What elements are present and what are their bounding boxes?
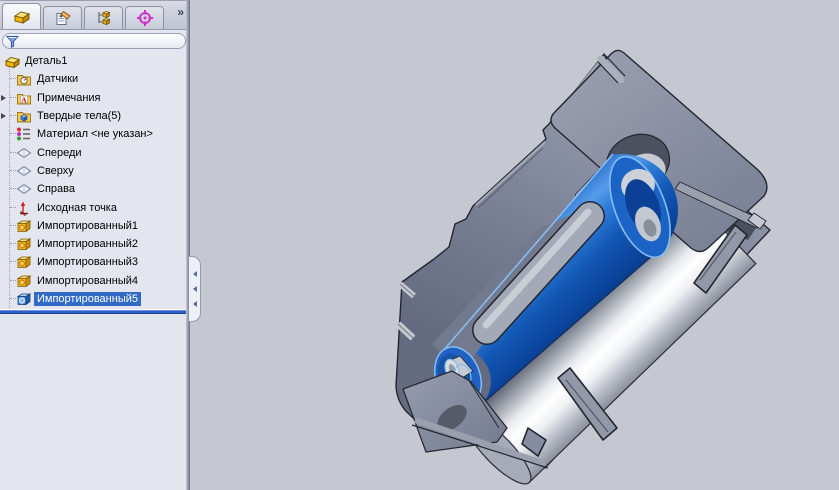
plane-icon [16,181,32,197]
plane-icon [16,163,32,179]
filter-funnel-icon [6,35,19,48]
expand-arrow-icon[interactable] [1,94,6,101]
imported-body-selected-icon [16,291,32,307]
tree-item-3[interactable]: Твердые тела(5) [0,107,190,125]
feature-tree: Деталь1 Датчики A Примечания Твердые тела(5)… [0,52,190,309]
manager-tab-bar: » [0,0,190,30]
origin-icon [16,200,32,216]
tab-configurationmanager[interactable] [84,6,123,29]
tree-item-label: Материал <не указан> [37,128,153,141]
dimxpert-target-icon [136,10,153,26]
collapse-arrow-icon [192,301,197,307]
collapse-arrow-icon [192,271,197,277]
tree-item-6[interactable]: Сверху [0,162,190,180]
tab-dimxpertmanager[interactable] [125,6,164,29]
filter-bar [0,30,190,52]
tree-item-12[interactable]: Импортированный4 [0,272,190,290]
tab-featuremanager[interactable] [2,3,41,29]
expand-arrow-icon[interactable] [1,112,6,119]
tree-item-label: Импортированный2 [37,238,138,251]
material-icon [16,126,32,142]
part-icon [4,53,20,69]
tree-item-5[interactable]: Спереди [0,143,190,161]
svg-text:A: A [21,95,27,104]
tree-item-11[interactable]: Импортированный3 [0,253,190,271]
tree-item-13[interactable]: Импортированный5 [0,290,190,308]
solid-bodies-folder-icon [16,108,32,124]
tree-item-2[interactable]: A Примечания [0,89,190,107]
tree-item-label: Датчики [37,73,79,86]
tree-item-9[interactable]: Импортированный1 [0,217,190,235]
tree-item-label: Импортированный4 [37,274,138,287]
property-manager-icon [56,10,71,25]
annotations-folder-icon: A [16,90,32,106]
tree-item-label: Сверху [37,164,74,177]
tree-item-7[interactable]: Справа [0,180,190,198]
tree-item-label: Импортированный1 [37,219,138,232]
panel-collapse-handle[interactable] [189,256,201,322]
part-design-tree-icon [13,11,30,24]
tree-item-label: Исходная точка [37,201,117,214]
tree-item-label: Деталь1 [25,55,68,68]
rollback-bar[interactable] [0,309,190,314]
imported-body-icon [16,273,32,289]
imported-body-icon [16,254,32,270]
panel-divider[interactable] [186,0,190,490]
tree-item-label: Импортированный3 [37,256,138,269]
configuration-manager-icon [97,11,110,26]
imported-body-icon [16,218,32,234]
tree-item-8[interactable]: Исходная точка [0,198,190,216]
filter-input[interactable] [2,33,186,49]
imported-body-icon [16,236,32,252]
tree-item-1[interactable]: Датчики [0,70,190,88]
plane-icon [16,145,32,161]
tree-item-0[interactable]: Деталь1 [0,52,190,70]
tree-item-label: Справа [37,183,75,196]
collapse-arrow-icon [192,286,197,292]
tree-item-label: Твердые тела(5) [37,110,122,123]
viewport-3d[interactable] [190,0,839,490]
tree-item-4[interactable]: Материал <не указан> [0,125,190,143]
solidworks-window: » Деталь1 Датчики A Примечания Твердые тела(… [0,0,839,490]
sensors-folder-icon [16,71,32,87]
model-3d[interactable] [190,0,839,490]
tree-item-label: Примечания [37,91,101,104]
tree-item-10[interactable]: Импортированный2 [0,235,190,253]
feature-manager-panel: » Деталь1 Датчики A Примечания Твердые тела(… [0,0,201,490]
tree-item-label: Спереди [37,146,82,159]
tree-item-label: Импортированный5 [34,292,141,306]
tab-propertymanager[interactable] [43,6,82,29]
